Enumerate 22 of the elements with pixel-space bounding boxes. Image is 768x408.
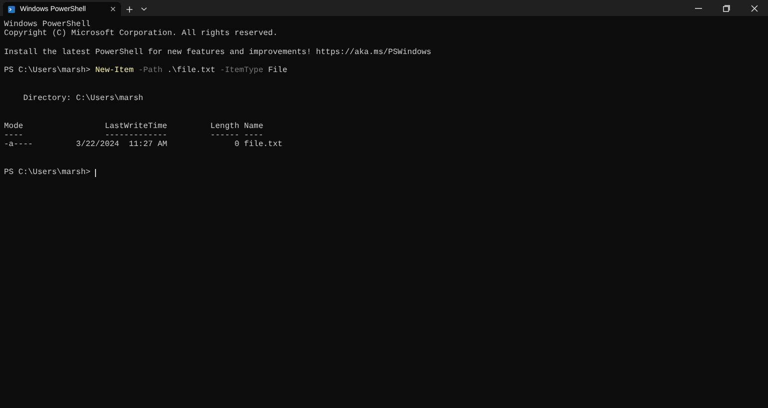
console-text: File (267, 66, 288, 76)
console-text: Copyright (C) Microsoft Corporation. All rights reserved. (4, 29, 278, 38)
console-text: Windows PowerShell (4, 20, 90, 29)
close-icon (750, 4, 758, 12)
parameter-name: -Path (137, 66, 162, 76)
console-text: Install the latest PowerShell for new features and improvements! https://aka.ms/PSWindows (4, 48, 432, 57)
console-text: -a---- 3/22/2024 11:27 AM 0 file.txt (4, 140, 282, 150)
console-text: PS C:\Users\marsh> (4, 66, 92, 76)
console-text: .\file.txt (166, 66, 216, 76)
powershell-icon (8, 6, 15, 12)
parameter-name: -ItemType (219, 66, 264, 76)
restore-icon (722, 4, 730, 12)
chevron-down-icon (141, 7, 147, 11)
command-name: New-Item (95, 66, 134, 76)
text-cursor (95, 168, 96, 177)
close-tab-button[interactable] (110, 6, 116, 12)
console-text: ---- ------------- ------ ---- (4, 131, 264, 140)
console-text: Directory: C:\Users\marsh (22, 94, 144, 104)
console-text: PS C:\Users\marsh> (4, 168, 92, 178)
close-icon (110, 6, 116, 12)
plus-icon (126, 6, 132, 12)
console-text: Mode LastWriteTime Length Name (4, 122, 264, 131)
